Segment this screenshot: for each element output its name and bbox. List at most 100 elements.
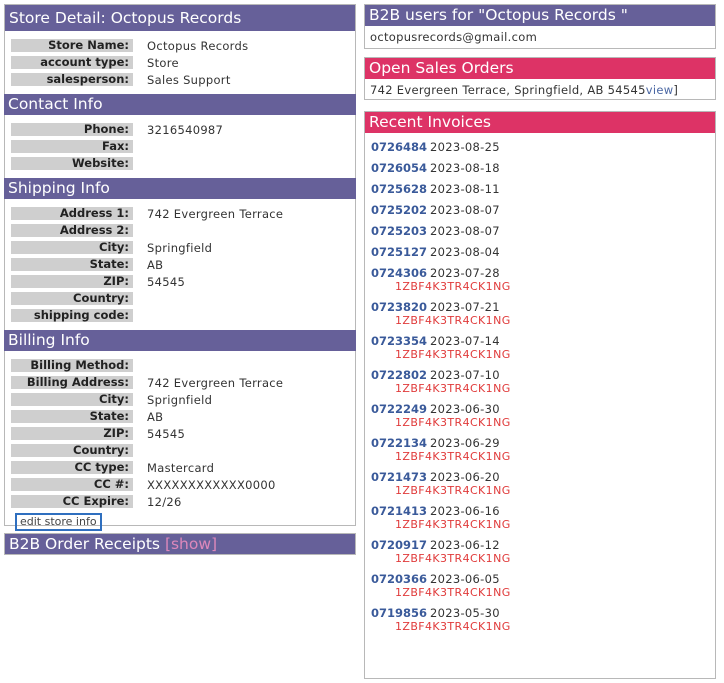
- tracking-number[interactable]: 1ZBF4K3TR4CK1NG: [395, 450, 715, 463]
- invoice-number-link[interactable]: 0722134: [371, 436, 427, 450]
- field-row: account type: Store: [11, 54, 355, 71]
- edit-store-info-button[interactable]: edit store info: [15, 513, 102, 531]
- store-detail-title: Store Detail: Octopus Records: [5, 5, 355, 31]
- tracking-number[interactable]: 1ZBF4K3TR4CK1NG: [395, 620, 715, 633]
- invoice-item: 0722249 2023-06-30 1ZBF4K3TR4CK1NG: [371, 395, 715, 429]
- invoice-item: 0720917 2023-06-12 1ZBF4K3TR4CK1NG: [371, 531, 715, 565]
- field-label: CC Expire:: [11, 495, 133, 508]
- store-fields: Store Name: Octopus Records account type: S…: [5, 31, 355, 94]
- tracking-number[interactable]: 1ZBF4K3TR4CK1NG: [395, 552, 715, 565]
- b2b-receipts-panel: B2B Order Receipts [show]: [4, 533, 356, 555]
- invoice-number-link[interactable]: 0722249: [371, 402, 427, 416]
- field-row: Billing Method:: [11, 357, 355, 374]
- tracking-number[interactable]: 1ZBF4K3TR4CK1NG: [395, 484, 715, 497]
- invoice-number-link[interactable]: 0725202: [371, 203, 427, 217]
- invoice-date: 2023-06-12: [430, 538, 500, 552]
- contact-fields: Phone: 3216540987 Fax: Website:: [5, 115, 355, 178]
- invoice-item: 0725203 2023-08-07: [371, 217, 715, 238]
- field-row: State: AB: [11, 408, 355, 425]
- field-label: State:: [11, 258, 133, 271]
- invoice-item: 0725127 2023-08-04: [371, 238, 715, 259]
- b2b-users-title: B2B users for "Octopus Records ": [365, 5, 715, 26]
- field-label: Store Name:: [11, 39, 133, 52]
- b2b-user-email: octopusrecords@gmail.com: [370, 30, 538, 44]
- invoice-number-link[interactable]: 0724306: [371, 266, 427, 280]
- invoice-date: 2023-08-07: [430, 203, 500, 217]
- field-label: Website:: [11, 157, 133, 170]
- invoice-number-link[interactable]: 0726054: [371, 161, 427, 175]
- tracking-number[interactable]: 1ZBF4K3TR4CK1NG: [395, 314, 715, 327]
- tracking-number[interactable]: 1ZBF4K3TR4CK1NG: [395, 348, 715, 361]
- billing-fields: Billing Method: Billing Address: 742 Everg…: [5, 351, 355, 510]
- invoice-number-link[interactable]: 0725127: [371, 245, 427, 259]
- field-row: Address 1: 742 Evergreen Terrace: [11, 205, 355, 222]
- tracking-number[interactable]: 1ZBF4K3TR4CK1NG: [395, 586, 715, 599]
- b2b-receipts-header: B2B Order Receipts [show]: [5, 534, 355, 554]
- field-value: 3216540987: [147, 122, 224, 137]
- field-value: 54545: [147, 426, 186, 441]
- field-label: ZIP:: [11, 275, 133, 288]
- field-row: salesperson: Sales Support: [11, 71, 355, 88]
- b2b-receipts-title: B2B Order Receipts: [9, 535, 160, 553]
- field-label: Billing Address:: [11, 376, 133, 389]
- invoice-number-link[interactable]: 0719856: [371, 606, 427, 620]
- b2b-receipts-show-link[interactable]: [show]: [165, 535, 217, 553]
- invoice-number-link[interactable]: 0722802: [371, 368, 427, 382]
- field-row: City: Springfield: [11, 239, 355, 256]
- tracking-number[interactable]: 1ZBF4K3TR4CK1NG: [395, 416, 715, 429]
- tracking-number[interactable]: 1ZBF4K3TR4CK1NG: [395, 280, 715, 293]
- recent-invoices-panel: Recent Invoices 0726484 2023-08-25 0726054…: [364, 111, 716, 679]
- invoice-date: 2023-06-05: [430, 572, 500, 586]
- field-row: shipping code:: [11, 307, 355, 324]
- invoice-date: 2023-06-30: [430, 402, 500, 416]
- open-order-address: 742 Evergreen Terrace, Springfield, AB 5…: [370, 83, 646, 97]
- field-row: Store Name: Octopus Records: [11, 37, 355, 54]
- field-row: ZIP: 54545: [11, 425, 355, 442]
- field-label: ZIP:: [11, 427, 133, 440]
- invoice-number-link[interactable]: 0720917: [371, 538, 427, 552]
- invoice-date: 2023-08-07: [430, 224, 500, 238]
- invoice-date: 2023-07-28: [430, 266, 500, 280]
- open-order-view-link[interactable]: view: [646, 83, 674, 97]
- invoice-item: 0721413 2023-06-16 1ZBF4K3TR4CK1NG: [371, 497, 715, 531]
- billing-info-header: Billing Info: [4, 330, 356, 351]
- invoice-number-link[interactable]: 0723820: [371, 300, 427, 314]
- field-value: 742 Evergreen Terrace: [147, 375, 284, 390]
- store-detail-panel: Store Detail: Octopus Records Store Name…: [4, 4, 356, 531]
- tracking-number[interactable]: 1ZBF4K3TR4CK1NG: [395, 518, 715, 531]
- field-label: account type:: [11, 56, 133, 69]
- field-row: CC type: Mastercard: [11, 459, 355, 476]
- invoice-item: 0719856 2023-05-30 1ZBF4K3TR4CK1NG: [371, 599, 715, 633]
- invoice-item: 0720366 2023-06-05 1ZBF4K3TR4CK1NG: [371, 565, 715, 599]
- field-value: Springfield: [147, 240, 213, 255]
- field-value: 12/26: [147, 494, 182, 509]
- invoice-number-link[interactable]: 0721413: [371, 504, 427, 518]
- invoice-number-link[interactable]: 0726484: [371, 140, 427, 154]
- recent-invoices-title: Recent Invoices: [365, 112, 715, 133]
- contact-info-header: Contact Info: [4, 94, 356, 115]
- invoice-date: 2023-08-25: [430, 140, 500, 154]
- field-row: Country:: [11, 442, 355, 459]
- tracking-number[interactable]: 1ZBF4K3TR4CK1NG: [395, 382, 715, 395]
- open-sales-orders-panel: Open Sales Orders 742 Evergreen Terrace,…: [364, 57, 716, 100]
- invoice-number-link[interactable]: 0725203: [371, 224, 427, 238]
- invoice-number-link[interactable]: 0721473: [371, 470, 427, 484]
- invoice-number-link[interactable]: 0720366: [371, 572, 427, 586]
- shipping-info-header: Shipping Info: [4, 178, 356, 199]
- field-value: XXXXXXXXXXXX0000: [147, 477, 276, 492]
- field-value: Sprignfield: [147, 392, 213, 407]
- invoice-number-link[interactable]: 0723354: [371, 334, 427, 348]
- field-row: State: AB: [11, 256, 355, 273]
- invoice-number-link[interactable]: 0725628: [371, 182, 427, 196]
- field-label: salesperson:: [11, 73, 133, 86]
- invoice-item: 0726484 2023-08-25: [371, 133, 715, 154]
- invoice-item: 0723820 2023-07-21 1ZBF4K3TR4CK1NG: [371, 293, 715, 327]
- invoice-item: 0725202 2023-08-07: [371, 196, 715, 217]
- b2b-users-panel: B2B users for "Octopus Records " octopus…: [364, 4, 716, 49]
- invoice-list: 0726484 2023-08-25 0726054 2023-08-18 072562…: [365, 133, 715, 633]
- field-label: shipping code:: [11, 309, 133, 322]
- field-row: Website:: [11, 155, 355, 172]
- field-label: Country:: [11, 444, 133, 457]
- invoice-date: 2023-05-30: [430, 606, 500, 620]
- invoice-date: 2023-06-16: [430, 504, 500, 518]
